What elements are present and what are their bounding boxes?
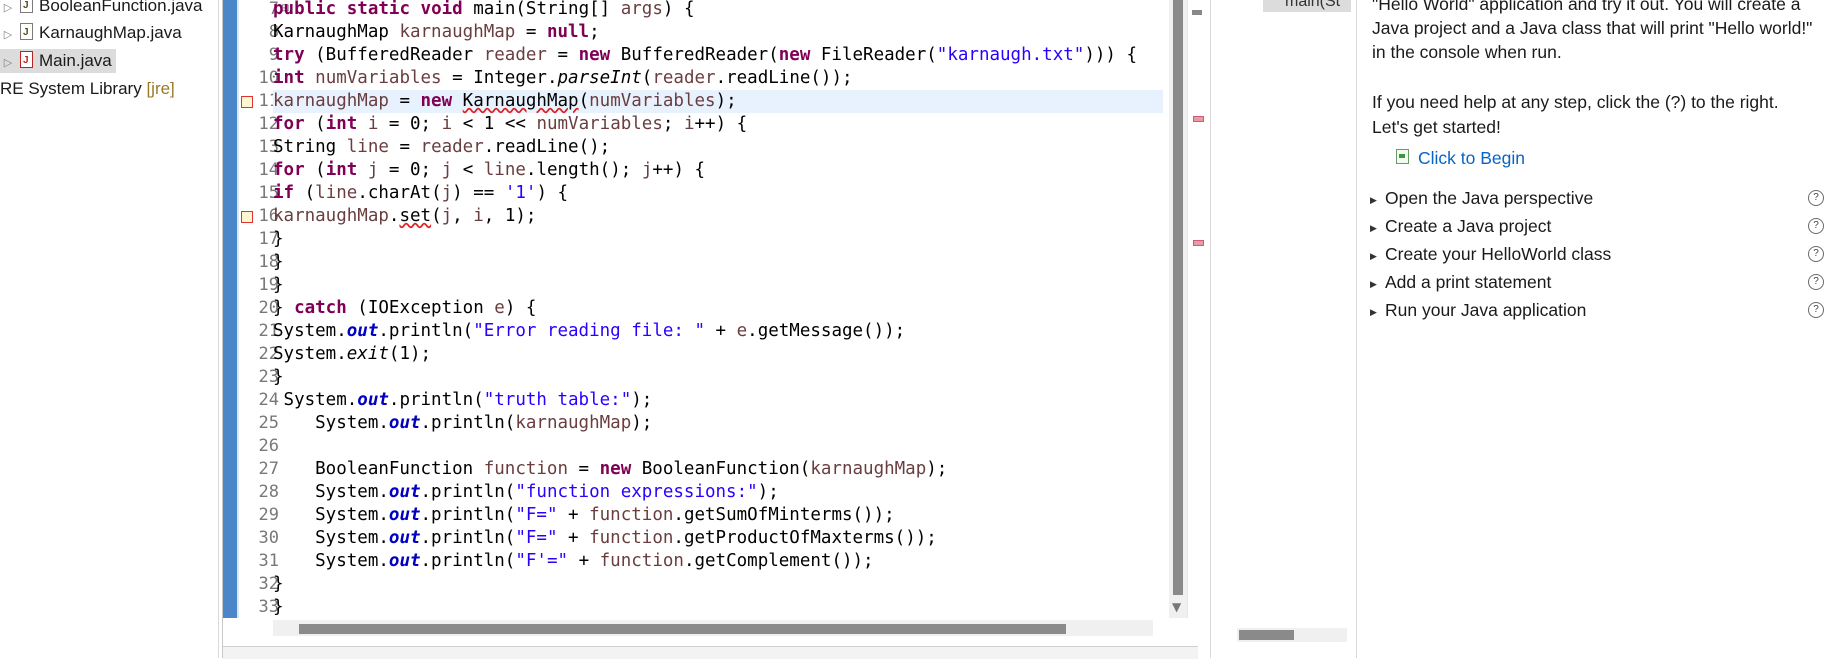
expand-arrow-icon[interactable]: ▷ bbox=[0, 0, 16, 20]
step-create-helloworld-class[interactable]: ▶ Create your HelloWorld class ? bbox=[1370, 241, 1830, 267]
code-line[interactable]: for (int i = 0; i < 1 << numVariables; i… bbox=[273, 113, 1163, 136]
cheat-sheet-panel: "Hello World" application and try it out… bbox=[1360, 0, 1839, 658]
help-icon[interactable]: ? bbox=[1808, 274, 1824, 290]
outline-item-main[interactable]: main(St bbox=[1263, 0, 1351, 12]
code-line[interactable]: System.out.println("truth table:"); bbox=[273, 389, 1163, 412]
outline-item-label: main(St bbox=[1285, 0, 1341, 10]
code-line[interactable]: try (BufferedReader reader = new Buffere… bbox=[273, 44, 1163, 67]
begin-arrow-icon bbox=[1396, 149, 1409, 164]
code-line[interactable]: System.out.println("Error reading file: … bbox=[273, 320, 1163, 343]
step-create-java-project[interactable]: ▶ Create a Java project ? bbox=[1370, 213, 1830, 239]
code-editor[interactable]: 7 ⊟ 8 9 10 11 12 13 14 15 16 17 18 19 20 21 22 23 24 25 26 27… bbox=[222, 0, 1206, 659]
step-label: Open the Java perspective bbox=[1385, 188, 1594, 208]
code-line[interactable]: } catch (IOException e) { bbox=[273, 297, 1163, 320]
help-icon[interactable]: ? bbox=[1808, 302, 1824, 318]
error-overview-marker[interactable] bbox=[1193, 240, 1204, 246]
tree-item-booleanfunction[interactable]: ▷ BooleanFunction.java bbox=[0, 0, 218, 18]
code-line[interactable]: BooleanFunction function = new BooleanFu… bbox=[273, 458, 1163, 481]
annotation-ruler[interactable] bbox=[223, 0, 237, 618]
code-line[interactable]: karnaughMap.set(j, i, 1); bbox=[273, 205, 1163, 228]
expand-triangle-icon[interactable]: ▶ bbox=[1370, 271, 1378, 297]
step-run-java-application[interactable]: ▶ Run your Java application ? bbox=[1370, 297, 1830, 323]
java-file-icon bbox=[20, 0, 33, 18]
vertical-scrollbar[interactable]: ▼ bbox=[1169, 0, 1187, 618]
help-icon[interactable]: ? bbox=[1808, 246, 1824, 262]
code-line[interactable]: System.out.println("F=" + function.getPr… bbox=[273, 527, 1163, 550]
step-add-print-statement[interactable]: ▶ Add a print statement ? bbox=[1370, 269, 1830, 295]
expand-arrow-icon[interactable]: ▷ bbox=[0, 23, 16, 47]
code-line[interactable]: } bbox=[273, 596, 1163, 618]
intro-text-line: If you need help at any step, click the … bbox=[1372, 92, 1779, 112]
code-line[interactable]: String line = reader.readLine(); bbox=[273, 136, 1163, 159]
tree-item-main[interactable]: ▷ Main.java bbox=[0, 49, 116, 73]
step-label: Create a Java project bbox=[1385, 216, 1552, 236]
code-line[interactable]: if (line.charAt(j) == '1') { bbox=[273, 182, 1163, 205]
code-line[interactable]: } bbox=[273, 251, 1163, 274]
intro-text-line: Java project and a Java class that will … bbox=[1372, 18, 1813, 38]
code-line[interactable]: } bbox=[273, 274, 1163, 297]
error-marker-icon[interactable] bbox=[241, 211, 253, 223]
vertical-scroll-thumb[interactable] bbox=[1173, 0, 1183, 595]
tree-item-jre-library[interactable]: RE System Library [jre] bbox=[0, 77, 218, 101]
code-line[interactable] bbox=[273, 435, 1163, 458]
outline-view: main(St bbox=[1210, 0, 1357, 658]
click-to-begin-label: Click to Begin bbox=[1418, 148, 1525, 168]
intro-text-line: "Hello World" application and try it out… bbox=[1372, 0, 1801, 14]
intro-text-line: Let's get started! bbox=[1372, 117, 1501, 137]
step-label: Run your Java application bbox=[1385, 300, 1587, 320]
help-icon[interactable]: ? bbox=[1808, 218, 1824, 234]
step-label: Add a print statement bbox=[1385, 272, 1552, 292]
tree-item-label: RE System Library bbox=[0, 79, 142, 98]
code-line[interactable]: System.exit(1); bbox=[273, 343, 1163, 366]
overview-top-marker bbox=[1192, 10, 1202, 15]
package-explorer: ▷BooleanFunction.java ▷KarnaughMap.java … bbox=[0, 0, 219, 658]
error-overview-marker[interactable] bbox=[1193, 116, 1204, 122]
code-line[interactable]: KarnaughMap karnaughMap = null; bbox=[273, 21, 1163, 44]
code-line[interactable]: System.out.println(karnaughMap); bbox=[273, 412, 1163, 435]
overview-ruler[interactable] bbox=[1187, 0, 1206, 618]
help-icon[interactable]: ? bbox=[1808, 190, 1824, 206]
intro-text-line: in the console when run. bbox=[1372, 42, 1562, 62]
expand-triangle-icon[interactable]: ▶ bbox=[1370, 299, 1378, 325]
code-line[interactable]: } bbox=[273, 228, 1163, 251]
horizontal-scrollbar[interactable] bbox=[273, 620, 1153, 636]
java-file-error-icon bbox=[20, 49, 33, 73]
tree-item-label: BooleanFunction.java bbox=[39, 0, 203, 15]
expand-triangle-icon[interactable]: ▶ bbox=[1370, 215, 1378, 241]
code-line[interactable]: System.out.println("function expressions… bbox=[273, 481, 1163, 504]
code-line[interactable]: int numVariables = Integer.parseInt(read… bbox=[273, 67, 1163, 90]
tree-item-label: KarnaughMap.java bbox=[39, 23, 182, 42]
code-line[interactable]: System.out.println("F'=" + function.getC… bbox=[273, 550, 1163, 573]
code-line[interactable]: for (int j = 0; j < line.length(); j++) … bbox=[273, 159, 1163, 182]
editor-bottom-border bbox=[223, 646, 1198, 659]
step-label: Create your HelloWorld class bbox=[1385, 244, 1612, 264]
expand-arrow-icon[interactable]: ▷ bbox=[0, 51, 16, 75]
code-line[interactable]: karnaughMap = new KarnaughMap(numVariabl… bbox=[273, 90, 1163, 113]
expand-triangle-icon[interactable]: ▶ bbox=[1370, 187, 1378, 213]
scroll-down-arrow-icon[interactable]: ▼ bbox=[1172, 600, 1181, 614]
outline-scroll-thumb[interactable] bbox=[1239, 630, 1294, 640]
code-line[interactable]: System.out.println("F=" + function.getSu… bbox=[273, 504, 1163, 527]
step-open-java-perspective[interactable]: ▶ Open the Java perspective ? bbox=[1370, 185, 1830, 211]
code-area[interactable]: public static void main(String[] args) {… bbox=[273, 0, 1163, 618]
jre-suffix: [jre] bbox=[146, 79, 175, 98]
tree-item-label: Main.java bbox=[39, 51, 112, 70]
error-marker-icon[interactable] bbox=[241, 96, 253, 108]
outline-horizontal-scrollbar[interactable] bbox=[1237, 628, 1347, 642]
tree-item-karnaughmap[interactable]: ▷ KarnaughMap.java bbox=[0, 21, 218, 45]
horizontal-scroll-thumb[interactable] bbox=[299, 624, 1066, 634]
code-line[interactable]: public static void main(String[] args) { bbox=[273, 0, 1163, 21]
click-to-begin-link[interactable]: Click to Begin bbox=[1396, 148, 1525, 169]
code-line[interactable]: } bbox=[273, 366, 1163, 389]
expand-triangle-icon[interactable]: ▶ bbox=[1370, 243, 1378, 269]
code-line[interactable]: } bbox=[273, 573, 1163, 596]
java-file-icon bbox=[20, 21, 33, 45]
